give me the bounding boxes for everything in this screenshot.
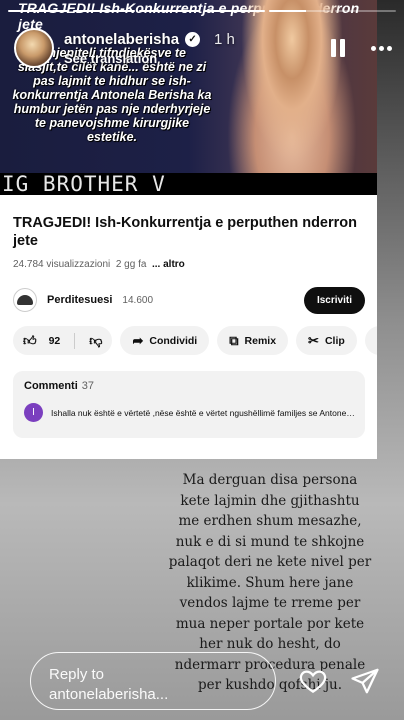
top-comment: I Ishalla nuk është e vërtetë ,nëse ësht…	[24, 403, 355, 422]
see-translation-link[interactable]: See translation	[64, 51, 235, 66]
progress-segment	[138, 10, 200, 12]
verified-badge-icon: ✓	[185, 31, 201, 47]
reply-placeholder-line1: Reply to	[49, 666, 105, 683]
channel-row: Perditesuesi 14.600 Iscriviti	[13, 285, 365, 315]
reply-bar: Reply to antonelaberisha...	[30, 652, 388, 710]
video-age: 2 gg fa	[115, 259, 147, 270]
more-link: ... altro	[152, 259, 185, 270]
like-count: 92	[48, 334, 61, 347]
show-banner: IG BROTHER V	[0, 173, 377, 195]
thumbs-up-icon: 👍︎	[23, 332, 37, 348]
caption-line: nuk e di si mund te shkojne	[175, 533, 365, 550]
progress-fill	[8, 10, 70, 12]
reply-placeholder-line2: antonelaberisha...	[49, 686, 169, 703]
video-actions: 👍︎ 92 👎︎ ➦ Condividi ⧉ Remix ✂ Clip ⊞ S	[13, 326, 377, 355]
save-pill: ⊞ S	[364, 326, 377, 355]
progress-fill	[138, 10, 200, 12]
share-pill: ➦ Condividi	[120, 326, 210, 355]
video-title: TRAGJEDI! Ish-Konkurrentja e perputhen n…	[13, 215, 357, 249]
comment-text: Ishalla nuk është e vërtetë ,nëse është …	[51, 407, 355, 418]
remix-pill: ⧉ Remix	[217, 326, 289, 355]
story-viewer[interactable]: TRAGJEDI! Ish-Konkurrentja e perputhen n…	[0, 0, 404, 720]
heart-icon[interactable]	[298, 666, 328, 696]
like-dislike-pill: 👍︎ 92 👎︎	[13, 326, 113, 355]
video-meta: 24.784 visualizzazioni 2 gg fa ... altro	[13, 259, 185, 270]
channel-logo-icon	[13, 288, 37, 312]
caption-line: Ma derguan disa persona	[182, 472, 358, 488]
subscribe-button: Iscriviti	[303, 286, 365, 314]
remix-icon: ⧉	[229, 332, 239, 348]
story-header: antonelaberisha ✓ 1 h See translation	[14, 26, 392, 70]
comments-count: 37	[81, 380, 95, 392]
more-options-icon[interactable]	[371, 45, 392, 51]
progress-fill	[203, 10, 266, 12]
share-arrow-icon: ➦	[132, 332, 144, 348]
progress-segment	[334, 10, 396, 12]
comments-preview: Commenti 37 I Ishalla nuk është e vërtetë…	[13, 371, 365, 438]
progress-segment	[73, 10, 135, 12]
pause-icon[interactable]	[331, 39, 345, 57]
caption-line: me erdhen shum mesazhe,	[178, 513, 362, 529]
caption-line: mua neper portale por kete	[175, 615, 365, 632]
progress-segment	[203, 10, 266, 12]
commenter-avatar: I	[24, 403, 43, 422]
view-count: 24.784 visualizzazioni	[13, 259, 111, 270]
caption-line: vendos lajme te rreme per	[179, 595, 361, 611]
subscriber-count: 14.600	[122, 294, 154, 306]
avatar[interactable]	[14, 28, 54, 68]
caption-line: klikime. Shum here jane	[186, 574, 354, 591]
reply-input[interactable]: Reply to antonelaberisha...	[30, 652, 276, 710]
scissors-icon: ✂	[308, 332, 319, 348]
comments-label: Commenti	[24, 380, 78, 392]
channel-name: Perditesuesi	[47, 294, 113, 306]
share-label: Condividi	[149, 334, 198, 347]
clip-label: Clip	[324, 334, 345, 347]
clip-pill: ✂ Clip	[296, 326, 357, 355]
username[interactable]: antonelaberisha	[64, 31, 179, 48]
progress-fill	[73, 10, 135, 12]
caption-line: palaqot deri ne kete nivel per	[168, 554, 372, 570]
youtube-video-card: TRAGJEDI! Ish-Konkurrentja e perputhen n…	[0, 195, 377, 459]
remix-label: Remix	[244, 334, 277, 347]
progress-fill	[269, 10, 307, 12]
story-progress-bar	[8, 10, 396, 12]
send-icon[interactable]	[350, 666, 380, 696]
progress-segment	[269, 10, 331, 12]
thumbs-down-icon: 👎︎	[89, 332, 103, 348]
caption-line: kete lajmin dhe gjithashtu	[180, 492, 360, 509]
progress-segment	[8, 10, 70, 12]
post-time: 1 h	[214, 30, 235, 48]
